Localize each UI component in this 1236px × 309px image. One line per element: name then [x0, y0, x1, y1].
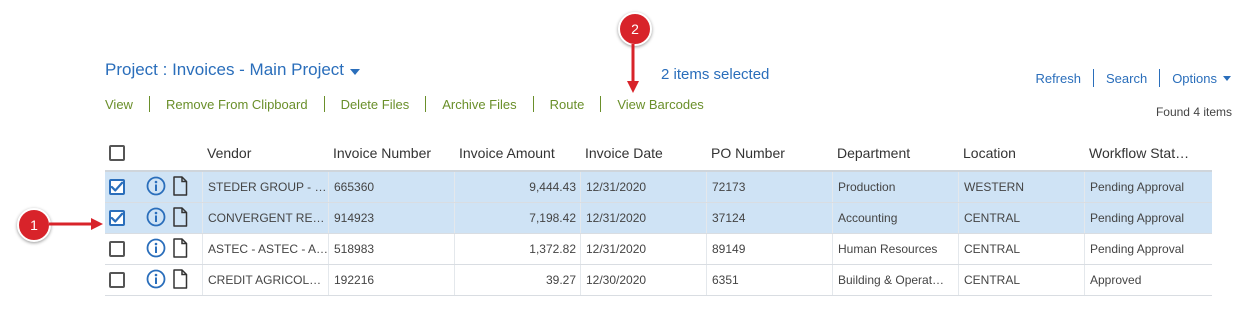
select-all-cell — [105, 136, 132, 170]
vendor-cell: STEDER GROUP - … — [202, 172, 328, 202]
location-cell: CENTRAL — [958, 265, 1084, 295]
divider — [532, 96, 534, 112]
table-row[interactable]: STEDER GROUP - … 665360 9,444.43 12/31/2020… — [105, 172, 1212, 203]
arrow-icon — [627, 44, 639, 93]
select-all-checkbox[interactable] — [109, 145, 125, 161]
invoice-amount-cell: 7,198.42 — [454, 203, 580, 233]
column-header[interactable]: Invoice Number — [328, 136, 454, 170]
invoice-amount-cell: 1,372.82 — [454, 234, 580, 264]
selected-count: 2 items selected — [661, 66, 770, 83]
info-icon[interactable] — [146, 269, 166, 292]
row-select-cell — [105, 203, 132, 233]
invoice-amount-cell: 9,444.43 — [454, 172, 580, 202]
route-button[interactable]: Route — [550, 97, 585, 112]
column-header[interactable]: Invoice Amount — [454, 136, 580, 170]
column-header[interactable]: Department — [832, 136, 958, 170]
document-icon[interactable] — [172, 268, 188, 292]
delete-files-button[interactable]: Delete Files — [341, 97, 410, 112]
arrow-icon — [49, 218, 103, 230]
invoice-number-cell: 914923 — [328, 203, 454, 233]
document-icon[interactable] — [172, 206, 188, 230]
vendor-cell: ASTEC - ASTEC - A… — [202, 234, 328, 264]
row-checkbox[interactable] — [109, 210, 125, 226]
invoice-number-cell: 192216 — [328, 265, 454, 295]
table-row[interactable]: CREDIT AGRICOL… 192216 39.27 12/30/2020 6351… — [105, 265, 1212, 296]
po-number-cell: 89149 — [706, 234, 832, 264]
workflow-status-cell: Approved — [1084, 265, 1212, 295]
divider — [600, 96, 602, 112]
info-icon[interactable] — [146, 207, 166, 230]
column-header[interactable]: PO Number — [706, 136, 832, 170]
info-icon[interactable] — [146, 238, 166, 261]
workflow-status-cell: Pending Approval — [1084, 203, 1212, 233]
view-barcodes-button[interactable]: View Barcodes — [617, 97, 703, 112]
options-label: Options — [1172, 70, 1217, 86]
remove-from-clipboard-button[interactable]: Remove From Clipboard — [166, 97, 308, 112]
workflow-status-cell: Pending Approval — [1084, 172, 1212, 202]
view-button[interactable]: View — [105, 97, 133, 112]
annotation-badge-1: 1 — [17, 208, 51, 242]
page-title[interactable]: Project : Invoices - Main Project — [105, 60, 361, 80]
table-row[interactable]: ASTEC - ASTEC - A… 518983 1,372.82 12/31/20… — [105, 234, 1212, 265]
department-cell: Production — [832, 172, 958, 202]
location-cell: CENTRAL — [958, 203, 1084, 233]
document-icon[interactable] — [172, 175, 188, 199]
column-header[interactable]: Location — [958, 136, 1084, 170]
divider — [148, 96, 150, 112]
results-count: Found 4 items — [1155, 105, 1232, 119]
table-header: Vendor Invoice Number Invoice Amount Inv… — [105, 136, 1212, 172]
column-header[interactable]: Invoice Date — [580, 136, 706, 170]
department-cell: Building & Operat… — [832, 265, 958, 295]
annotation-badge-2: 2 — [618, 12, 652, 46]
invoice-number-cell: 665360 — [328, 172, 454, 202]
workflow-status-cell: Pending Approval — [1084, 234, 1212, 264]
chevron-down-icon[interactable] — [350, 68, 361, 75]
location-cell: WESTERN — [958, 172, 1084, 202]
row-select-cell — [105, 172, 132, 202]
vendor-cell: CREDIT AGRICOL… — [202, 265, 328, 295]
row-actions — [132, 234, 202, 264]
divider — [425, 96, 427, 112]
row-actions — [132, 203, 202, 233]
invoice-date-cell: 12/31/2020 — [580, 234, 706, 264]
department-cell: Accounting — [832, 203, 958, 233]
location-cell: CENTRAL — [958, 234, 1084, 264]
refresh-link[interactable]: Refresh — [1035, 71, 1081, 86]
page-title-text: Project : Invoices - Main Project — [105, 60, 345, 79]
row-actions — [132, 172, 202, 202]
invoice-date-cell: 12/30/2020 — [580, 265, 706, 295]
search-link[interactable]: Search — [1106, 71, 1147, 86]
po-number-cell: 6351 — [706, 265, 832, 295]
row-select-cell — [105, 234, 132, 264]
options-menu[interactable]: Options — [1172, 71, 1231, 86]
po-number-cell: 72173 — [706, 172, 832, 202]
row-checkbox[interactable] — [109, 241, 125, 257]
row-actions — [132, 265, 202, 295]
invoice-table: Vendor Invoice Number Invoice Amount Inv… — [105, 136, 1212, 296]
row-checkbox[interactable] — [109, 179, 125, 195]
invoice-number-cell: 518983 — [328, 234, 454, 264]
vendor-cell: CONVERGENT RE… — [202, 203, 328, 233]
chevron-down-icon — [1223, 75, 1231, 81]
column-header[interactable]: Vendor — [202, 136, 328, 170]
divider — [323, 96, 325, 112]
invoice-date-cell: 12/31/2020 — [580, 203, 706, 233]
actions-header — [132, 136, 202, 170]
invoice-date-cell: 12/31/2020 — [580, 172, 706, 202]
archive-files-button[interactable]: Archive Files — [442, 97, 516, 112]
column-header[interactable]: Workflow Stat… — [1084, 136, 1212, 170]
divider — [1092, 69, 1094, 87]
row-checkbox[interactable] — [109, 272, 125, 288]
po-number-cell: 37124 — [706, 203, 832, 233]
toolbar: View Remove From Clipboard Delete Files … — [105, 96, 704, 112]
table-row[interactable]: CONVERGENT RE… 914923 7,198.42 12/31/2020 37… — [105, 203, 1212, 234]
table-body: STEDER GROUP - … 665360 9,444.43 12/31/2020… — [105, 172, 1212, 296]
row-select-cell — [105, 265, 132, 295]
department-cell: Human Resources — [832, 234, 958, 264]
invoice-amount-cell: 39.27 — [454, 265, 580, 295]
divider — [1159, 69, 1161, 87]
header-links: Refresh Search Options — [1035, 69, 1231, 87]
document-icon[interactable] — [172, 237, 188, 261]
info-icon[interactable] — [146, 176, 166, 199]
